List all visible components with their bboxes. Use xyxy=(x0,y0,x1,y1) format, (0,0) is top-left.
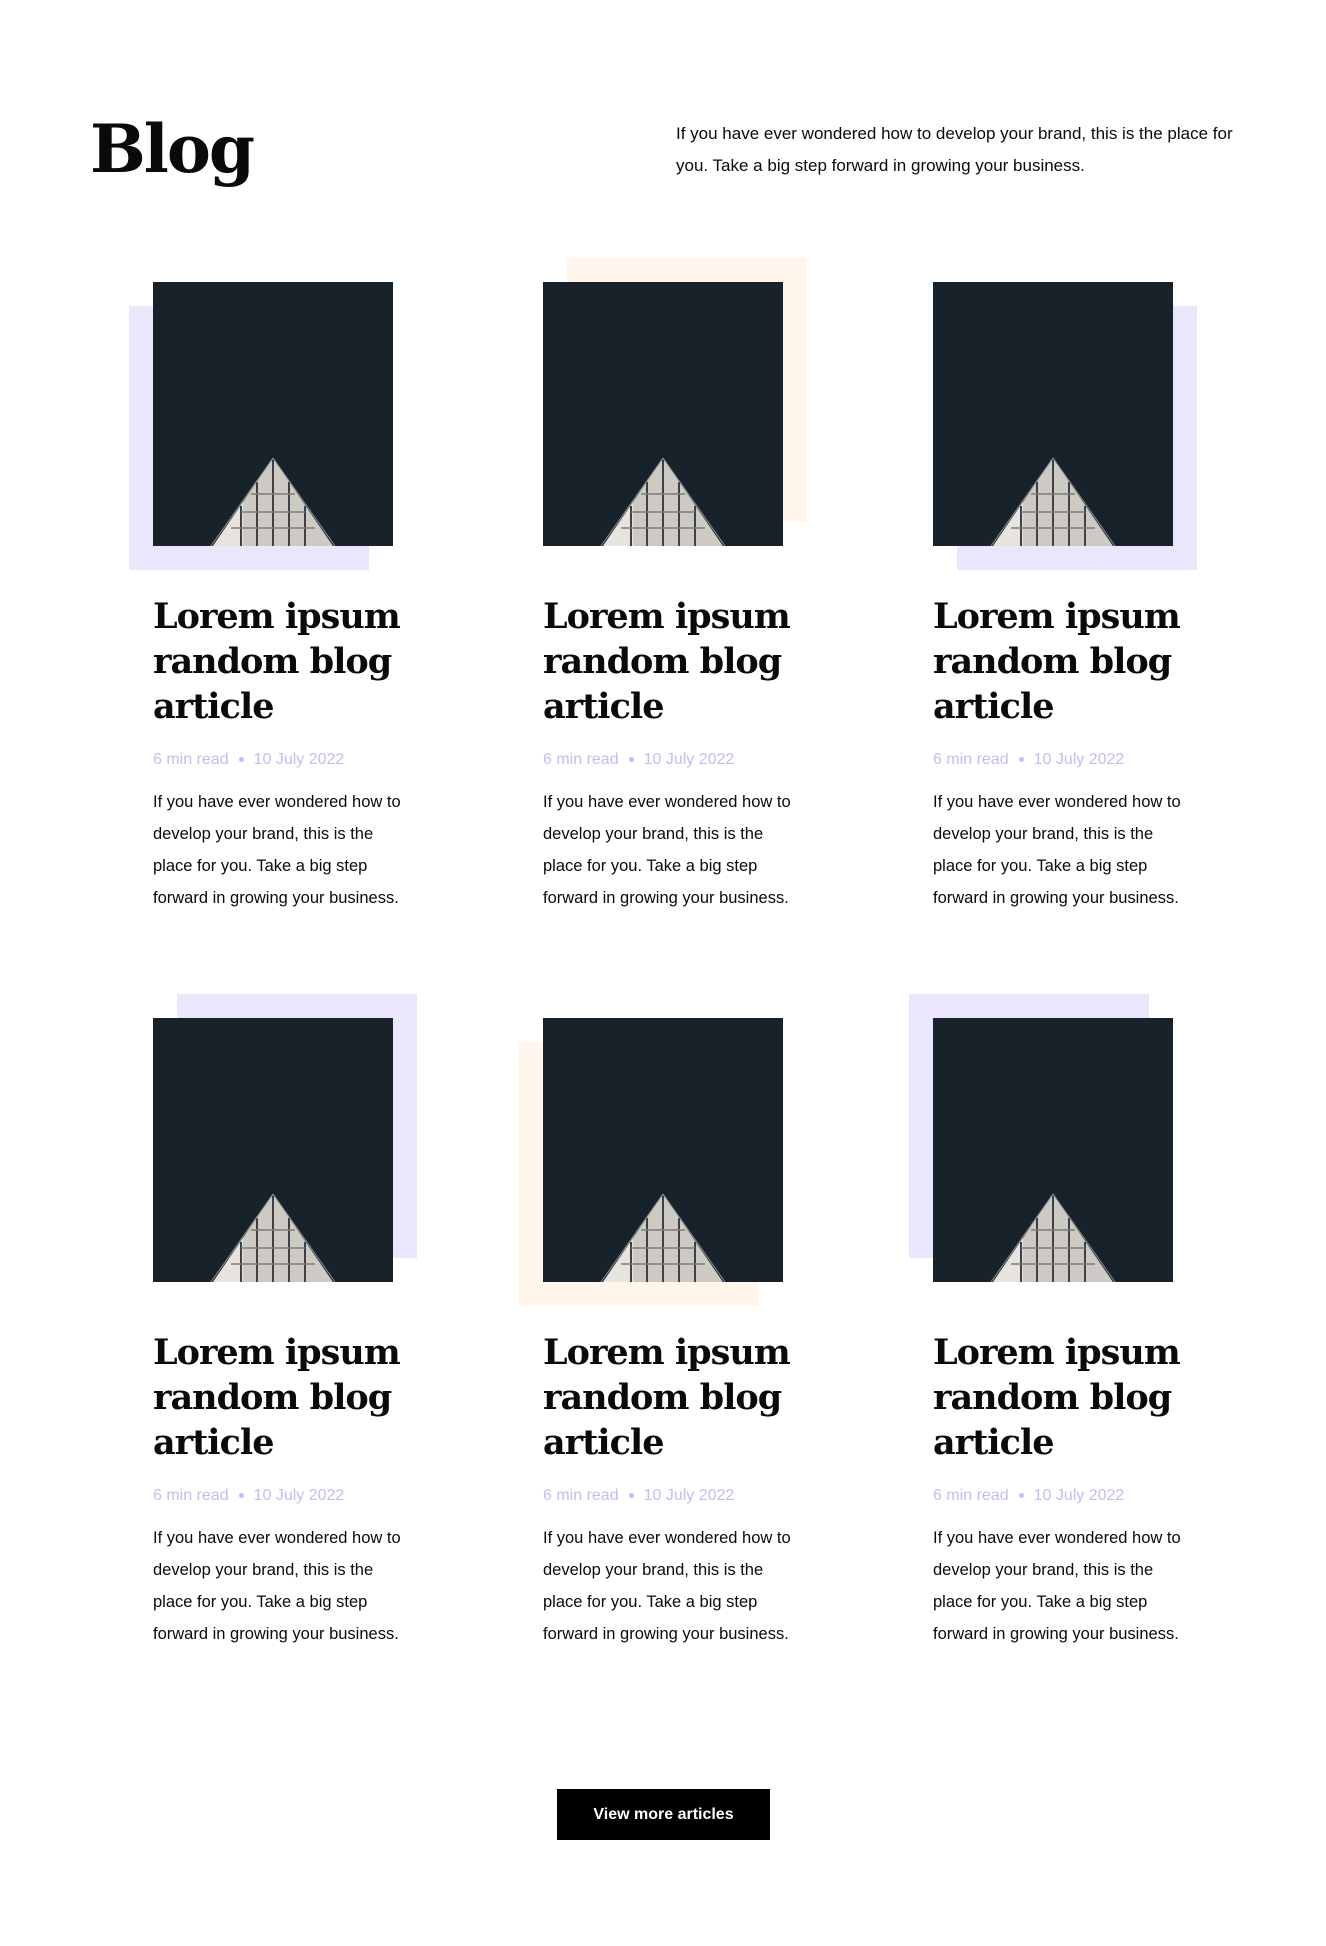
read-time: 6 min read xyxy=(933,751,1009,768)
article-meta: 6 min read 10 July 2022 xyxy=(933,750,1124,770)
publish-date: 10 July 2022 xyxy=(253,751,345,768)
separator-dot xyxy=(238,1493,244,1499)
article-excerpt: If you have ever wondered how to develop… xyxy=(933,793,1181,907)
publish-date: 10 July 2022 xyxy=(1033,751,1125,768)
intro-text: If you have ever wondered how to develop… xyxy=(676,124,1233,175)
article-meta: 6 min read 10 July 2022 xyxy=(153,1486,344,1506)
article-meta: 6 min read 10 July 2022 xyxy=(933,1486,1124,1506)
publish-date: 10 July 2022 xyxy=(1033,1487,1125,1504)
article-image[interactable] xyxy=(933,1018,1173,1282)
separator-dot xyxy=(1018,757,1024,763)
building-icon xyxy=(210,1193,336,1282)
read-time: 6 min read xyxy=(933,1487,1009,1504)
building-icon xyxy=(990,457,1116,546)
article-image[interactable] xyxy=(153,282,393,546)
building-icon xyxy=(210,457,336,546)
article-image[interactable] xyxy=(543,1018,783,1282)
article-excerpt: If you have ever wondered how to develop… xyxy=(153,793,401,907)
read-time: 6 min read xyxy=(543,1487,619,1504)
view-more-articles-button[interactable]: View more articles xyxy=(557,1789,770,1840)
building-icon xyxy=(600,457,726,546)
publish-date: 10 July 2022 xyxy=(253,1487,345,1504)
separator-dot xyxy=(238,757,244,763)
article-title[interactable]: Lorem ipsum random blog article xyxy=(543,1330,813,1465)
article-image[interactable] xyxy=(543,282,783,546)
article-image[interactable] xyxy=(153,1018,393,1282)
article-excerpt: If you have ever wondered how to develop… xyxy=(543,1529,791,1643)
article-title[interactable]: Lorem ipsum random blog article xyxy=(153,594,423,729)
separator-dot xyxy=(1018,1493,1024,1499)
building-icon xyxy=(990,1193,1116,1282)
article-title[interactable]: Lorem ipsum random blog article xyxy=(153,1330,423,1465)
publish-date: 10 July 2022 xyxy=(643,751,735,768)
article-meta: 6 min read 10 July 2022 xyxy=(543,750,734,770)
article-title[interactable]: Lorem ipsum random blog article xyxy=(933,1330,1203,1465)
separator-dot xyxy=(628,757,634,763)
page-title: Blog xyxy=(90,110,255,188)
article-title[interactable]: Lorem ipsum random blog article xyxy=(543,594,813,729)
building-icon xyxy=(600,1193,726,1282)
read-time: 6 min read xyxy=(543,751,619,768)
article-excerpt: If you have ever wondered how to develop… xyxy=(153,1529,401,1643)
article-meta: 6 min read 10 July 2022 xyxy=(543,1486,734,1506)
read-time: 6 min read xyxy=(153,751,229,768)
read-time: 6 min read xyxy=(153,1487,229,1504)
article-title[interactable]: Lorem ipsum random blog article xyxy=(933,594,1203,729)
article-excerpt: If you have ever wondered how to develop… xyxy=(933,1529,1181,1643)
article-meta: 6 min read 10 July 2022 xyxy=(153,750,344,770)
article-image[interactable] xyxy=(933,282,1173,546)
publish-date: 10 July 2022 xyxy=(643,1487,735,1504)
separator-dot xyxy=(628,1493,634,1499)
article-excerpt: If you have ever wondered how to develop… xyxy=(543,793,791,907)
